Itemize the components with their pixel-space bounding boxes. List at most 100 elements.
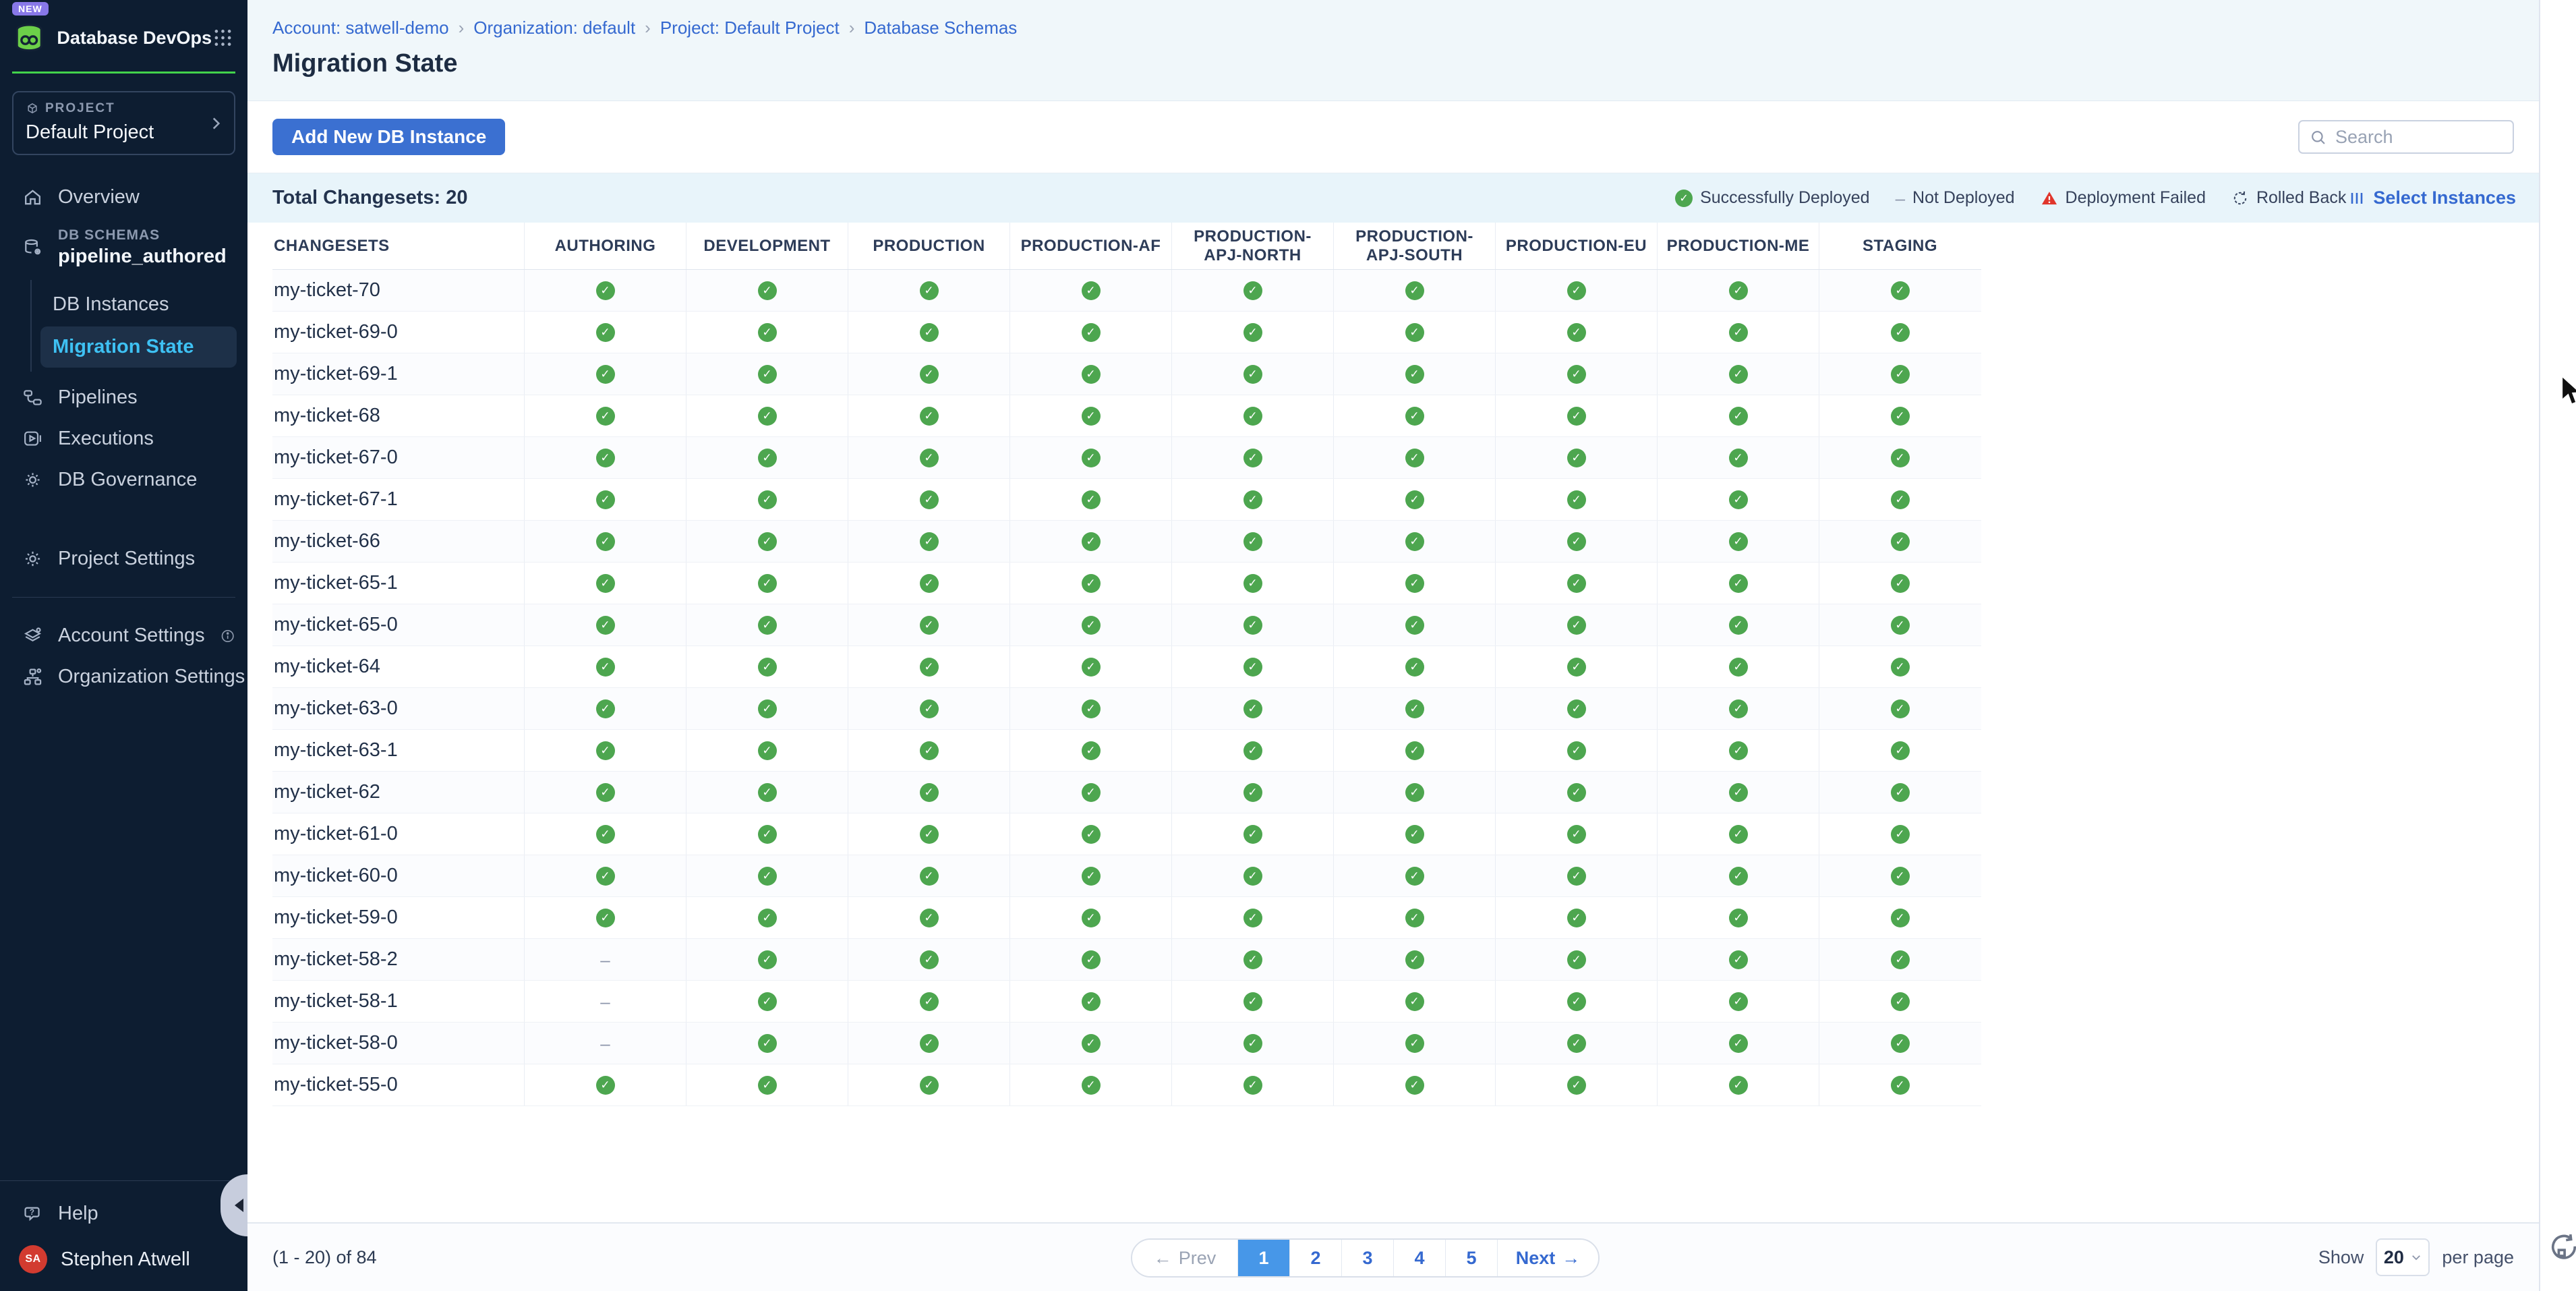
success-check-icon: ✓ [1082,741,1101,760]
status-cell: ✓ [1333,604,1495,646]
sidebar-item-project-settings[interactable]: Project Settings [0,538,247,579]
success-check-icon: ✓ [758,825,777,844]
table-row[interactable]: my-ticket-65-1✓✓✓✓✓✓✓✓✓ [272,563,1981,604]
success-check-icon: ✓ [1729,1034,1748,1053]
table-footer: (1 - 20) of 84 ←Prev12345Next→ Show 20 p… [247,1222,2539,1291]
database-devops-logo-icon [12,20,46,55]
success-check-icon: ✓ [1405,323,1424,342]
success-check-icon: ✓ [758,783,777,802]
project-selector[interactable]: PROJECT Default Project [12,91,235,155]
changeset-name: my-ticket-69-0 [272,312,524,353]
status-cell: ✓ [524,270,686,311]
status-cell: ✓ [1333,772,1495,813]
select-instances-button[interactable]: Select Instances [2349,188,2516,208]
user-menu[interactable]: SA Stephen Atwell [0,1234,247,1291]
status-cell: – [524,981,686,1022]
success-check-icon: ✓ [1405,1034,1424,1053]
success-check-icon: ✓ [758,658,777,677]
sidebar-item-db-instances[interactable]: DB Instances [40,284,237,325]
table-row[interactable]: my-ticket-60-0✓✓✓✓✓✓✓✓✓ [272,855,1981,897]
status-cell: ✓ [848,772,1009,813]
success-check-icon: ✓ [1729,950,1748,969]
table-row[interactable]: my-ticket-61-0✓✓✓✓✓✓✓✓✓ [272,813,1981,855]
sidebar-item-account-settings[interactable]: Account Settings [0,615,247,656]
table-row[interactable]: my-ticket-63-1✓✓✓✓✓✓✓✓✓ [272,730,1981,772]
page-button-5[interactable]: 5 [1445,1240,1497,1276]
success-check-icon: ✓ [1729,741,1748,760]
table-row[interactable]: my-ticket-66✓✓✓✓✓✓✓✓✓ [272,521,1981,563]
search-box[interactable] [2298,120,2514,154]
table-row[interactable]: my-ticket-67-0✓✓✓✓✓✓✓✓✓ [272,437,1981,479]
add-db-instance-button[interactable]: Add New DB Instance [272,119,505,155]
table-row[interactable]: my-ticket-69-1✓✓✓✓✓✓✓✓✓ [272,353,1981,395]
table-row[interactable]: my-ticket-55-0✓✓✓✓✓✓✓✓✓ [272,1064,1981,1106]
status-cell: ✓ [524,521,686,562]
sidebar-item-overview[interactable]: Overview [0,177,247,218]
status-cell: ✓ [1819,270,1981,311]
success-check-icon: ✓ [1567,323,1586,342]
page-header: Account: satwell-demo › Organization: defa… [247,0,2539,101]
sidebar-item-db-schemas[interactable]: DB SCHEMAS pipeline_authored [0,218,247,277]
sidebar-item-db-governance[interactable]: DB Governance [0,459,247,500]
table-row[interactable]: my-ticket-58-2–✓✓✓✓✓✓✓✓ [272,939,1981,981]
table-row[interactable]: my-ticket-67-1✓✓✓✓✓✓✓✓✓ [272,479,1981,521]
status-cell: ✓ [848,981,1009,1022]
breadcrumb-separator: › [645,18,651,38]
sidebar-item-pipelines[interactable]: Pipelines [0,377,247,418]
success-check-icon: ✓ [1891,658,1910,677]
breadcrumb-link[interactable]: Organization: default [473,18,635,38]
success-check-icon: ✓ [1567,909,1586,927]
success-check-icon: ✓ [758,699,777,718]
success-check-icon: ✓ [1082,1076,1101,1095]
table-row[interactable]: my-ticket-69-0✓✓✓✓✓✓✓✓✓ [272,312,1981,353]
status-cell: ✓ [1009,813,1171,855]
status-cell: ✓ [1495,312,1657,353]
sidebar-item-help[interactable]: ? Help [0,1193,247,1234]
table-row[interactable]: my-ticket-64✓✓✓✓✓✓✓✓✓ [272,646,1981,688]
breadcrumb-link[interactable]: Database Schemas [864,18,1017,38]
success-check-icon: ✓ [1082,825,1101,844]
help-chat-icon: ? [22,1203,43,1224]
sidebar-item-executions[interactable]: Executions [0,418,247,459]
status-cell: ✓ [686,730,848,771]
table-row[interactable]: my-ticket-59-0✓✓✓✓✓✓✓✓✓ [272,897,1981,939]
changeset-name: my-ticket-63-0 [272,688,524,729]
page-button-1[interactable]: 1 [1237,1240,1289,1276]
module-grid-icon[interactable] [212,26,234,49]
sidebar-item-organization-settings[interactable]: Organization Settings [0,656,247,697]
table-row[interactable]: my-ticket-65-0✓✓✓✓✓✓✓✓✓ [272,604,1981,646]
page-button-4[interactable]: 4 [1393,1240,1445,1276]
status-cell: ✓ [1819,521,1981,562]
success-check-icon: ✓ [758,741,777,760]
page-size-select[interactable]: 20 [2376,1238,2430,1276]
prev-page-button[interactable]: ←Prev [1132,1240,1237,1276]
table-row[interactable]: my-ticket-68✓✓✓✓✓✓✓✓✓ [272,395,1981,437]
status-cell: ✓ [1819,1064,1981,1106]
table-row[interactable]: my-ticket-58-0–✓✓✓✓✓✓✓✓ [272,1023,1981,1064]
app-name: Database DevOps [57,28,212,49]
status-cell: ✓ [524,813,686,855]
status-cell: ✓ [524,897,686,938]
breadcrumb-link[interactable]: Project: Default Project [660,18,840,38]
success-check-icon: ✓ [758,616,777,635]
changeset-name: my-ticket-63-1 [272,730,524,771]
sidebar-item-migration-state[interactable]: Migration State [40,326,237,368]
next-page-button[interactable]: Next→ [1497,1240,1598,1276]
table-row[interactable]: my-ticket-70✓✓✓✓✓✓✓✓✓ [272,270,1981,312]
info-icon[interactable] [220,627,235,645]
table-row[interactable]: my-ticket-58-1–✓✓✓✓✓✓✓✓ [272,981,1981,1023]
warning-icon [2041,190,2058,207]
status-cell: ✓ [1657,312,1819,353]
feedback-widget-icon[interactable] [2546,1230,2576,1265]
status-cell: ✓ [1819,939,1981,980]
success-check-icon: ✓ [1243,658,1262,677]
table-row[interactable]: my-ticket-63-0✓✓✓✓✓✓✓✓✓ [272,688,1981,730]
status-cell: ✓ [686,939,848,980]
page-button-2[interactable]: 2 [1289,1240,1341,1276]
table-row[interactable]: my-ticket-62✓✓✓✓✓✓✓✓✓ [272,772,1981,813]
search-input[interactable] [2335,127,2503,148]
status-cell: ✓ [1009,939,1171,980]
breadcrumb-link[interactable]: Account: satwell-demo [272,18,449,38]
success-check-icon: ✓ [920,281,939,300]
page-button-3[interactable]: 3 [1341,1240,1393,1276]
